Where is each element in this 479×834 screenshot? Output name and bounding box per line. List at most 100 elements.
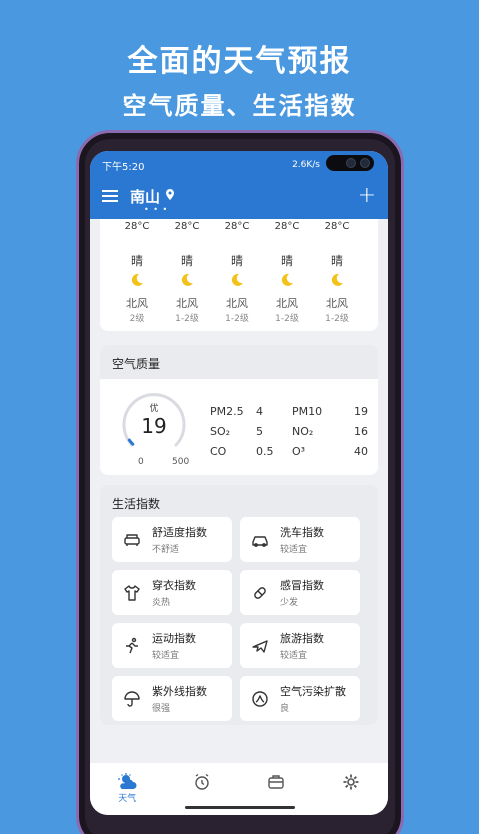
life-index-value: 较适宜 bbox=[280, 545, 308, 555]
pollutant-value: 4 bbox=[256, 404, 263, 418]
page-indicator: • • • bbox=[144, 205, 169, 214]
hourly-forecast: 28°C 晴北风 2级 28°C 晴北风 1-2级 28°C 晴北风 1-2级 28°C 晴北风 1-… bbox=[100, 219, 378, 331]
promo-title: 全面的天气预报 bbox=[127, 44, 352, 79]
weather-icon bbox=[118, 773, 137, 789]
menu-icon[interactable] bbox=[102, 190, 118, 202]
forecast-wind-direction: 北风 bbox=[276, 297, 298, 310]
location-pin-icon bbox=[166, 189, 175, 203]
moon-icon bbox=[162, 273, 212, 289]
pollutant-row: SO₂ 5 NO₂ 16 bbox=[210, 421, 368, 441]
pollutant-name: NO₂ bbox=[292, 424, 314, 438]
forecast-temp: 28°C bbox=[124, 221, 150, 232]
forecast-weather: 晴 bbox=[130, 254, 143, 268]
life-index-name: 运动指数 bbox=[152, 632, 196, 645]
bottom-nav: 天气 bbox=[90, 763, 388, 815]
life-index-name: 紫外线指数 bbox=[152, 685, 207, 698]
air-quality-card: 空气质量 优 19 0 500 PM2.5 4 PM10 19 SO₂ 5 NO₂ 16 CO 0… bbox=[100, 345, 378, 475]
life-index-item[interactable]: 旅游指数 较适宜 bbox=[240, 623, 360, 668]
pollutant-name: O³ bbox=[292, 444, 306, 458]
add-city-icon[interactable]: + bbox=[358, 185, 376, 207]
life-index-title: 生活指数 bbox=[112, 497, 161, 511]
life-index-value: 不舒适 bbox=[152, 545, 180, 555]
life-index-grid: 舒适度指数 不舒适 洗车指数 较适宜 穿衣指数 炎热 感冒指数 少发 运动指数 较适宜 旅游指数 较适… bbox=[112, 517, 360, 721]
forecast-weather: 晴 bbox=[280, 254, 293, 268]
forecast-temp: 28°C bbox=[324, 221, 350, 232]
forecast-temp: 28°C bbox=[224, 221, 250, 232]
home-indicator bbox=[185, 806, 295, 809]
life-index-value: 较适宜 bbox=[280, 651, 308, 661]
air-quality-title: 空气质量 bbox=[112, 357, 161, 371]
network-speed: 2.6K/s bbox=[292, 160, 320, 170]
gauge-min: 0 bbox=[138, 457, 144, 467]
forecast-column: 28°C 晴北风 1-2级 bbox=[212, 219, 262, 324]
forecast-column: 28°C 晴北风 1-2级 bbox=[162, 219, 212, 324]
shirt-icon bbox=[124, 584, 140, 601]
aqi-gauge: 优 19 bbox=[122, 393, 186, 447]
pollutant-table: PM2.5 4 PM10 19 SO₂ 5 NO₂ 16 CO 0.5 O³ 40 bbox=[210, 401, 368, 461]
nav-settings[interactable] bbox=[314, 773, 389, 791]
forecast-column: 28 晴北1- bbox=[362, 219, 378, 324]
forecast-column: 28°C 晴北风 2级 bbox=[112, 219, 162, 324]
forecast-wind-level: 1- bbox=[362, 311, 378, 321]
forecast-wind-direction: 北风 bbox=[326, 297, 348, 310]
app-bar: 南山 + • • • bbox=[102, 183, 376, 214]
umbrella-icon bbox=[124, 690, 140, 707]
forecast-wind-level: 1-2级 bbox=[325, 314, 349, 324]
forecast-wind-level: 1-2级 bbox=[225, 314, 249, 324]
forecast-wind-level: 1-2级 bbox=[175, 314, 199, 324]
pollutant-name: SO₂ bbox=[210, 424, 231, 438]
life-index-item[interactable]: 洗车指数 较适宜 bbox=[240, 517, 360, 562]
gauge-max: 500 bbox=[172, 457, 190, 467]
forecast-temp: 28°C bbox=[274, 221, 300, 232]
forecast-column: 28°C 晴北风 1-2级 bbox=[312, 219, 362, 324]
forecast-wind-direction: 北风 bbox=[226, 297, 248, 310]
forecast-weather: 晴 bbox=[180, 254, 193, 268]
aqi-value: 19 bbox=[141, 414, 166, 438]
life-index-item[interactable]: 运动指数 较适宜 bbox=[112, 623, 232, 668]
air-pollution-icon bbox=[252, 690, 268, 707]
app-header: 下午5:20 2.6K/s 南山 + • • • bbox=[90, 151, 388, 219]
life-index-value: 良 bbox=[280, 704, 290, 714]
pollutant-value: 0.5 bbox=[256, 444, 274, 458]
gear-icon bbox=[343, 774, 359, 790]
toolbox-icon bbox=[268, 775, 284, 789]
forecast-temp: 28 bbox=[362, 221, 378, 232]
phone-screen: 下午5:20 2.6K/s 南山 + • • • 28°C 晴北风 2级 28°C 晴北… bbox=[90, 151, 388, 815]
pollutant-value: 19 bbox=[354, 404, 368, 418]
moon-icon bbox=[312, 273, 362, 289]
city-name[interactable]: 南山 bbox=[130, 186, 160, 207]
forecast-weather: 晴 bbox=[230, 254, 243, 268]
forecast-wind-direction: 北风 bbox=[126, 297, 148, 310]
pollutant-value: 5 bbox=[256, 424, 263, 438]
pollutant-name: PM2.5 bbox=[210, 404, 244, 418]
moon-icon bbox=[212, 273, 262, 289]
life-index-item[interactable]: 紫外线指数 很强 bbox=[112, 676, 232, 721]
life-index-name: 洗车指数 bbox=[280, 526, 324, 539]
life-index-name: 旅游指数 bbox=[280, 632, 324, 645]
life-index-item[interactable]: 感冒指数 少发 bbox=[240, 570, 360, 615]
life-index-name: 穿衣指数 bbox=[152, 579, 196, 592]
status-time: 下午5:20 bbox=[102, 161, 145, 173]
forecast-weather: 晴 bbox=[330, 254, 343, 268]
running-icon bbox=[126, 637, 138, 653]
nav-alarm[interactable] bbox=[165, 773, 240, 791]
nav-tools[interactable] bbox=[239, 773, 314, 791]
forecast-wind-level: 2级 bbox=[129, 314, 145, 324]
car-icon bbox=[252, 535, 268, 547]
pollutant-value: 16 bbox=[354, 424, 368, 438]
life-index-value: 炎热 bbox=[152, 598, 171, 608]
nav-weather[interactable]: 天气 bbox=[90, 773, 165, 804]
life-index-item[interactable]: 穿衣指数 炎热 bbox=[112, 570, 232, 615]
aqi-level: 优 bbox=[149, 402, 158, 414]
moon-icon bbox=[362, 273, 378, 289]
pollutant-value: 40 bbox=[354, 444, 368, 458]
forecast-wind-level: 1-2级 bbox=[275, 314, 299, 324]
life-index-value: 少发 bbox=[280, 598, 299, 608]
front-camera bbox=[326, 155, 374, 171]
forecast-wind-direction: 北风 bbox=[176, 297, 198, 310]
life-index-name: 空气污染扩散 bbox=[280, 685, 346, 698]
life-index-name: 感冒指数 bbox=[280, 579, 324, 592]
life-index-item[interactable]: 空气污染扩散良 bbox=[240, 676, 360, 721]
pollutant-name: CO bbox=[210, 444, 227, 458]
life-index-item[interactable]: 舒适度指数 不舒适 bbox=[112, 517, 232, 562]
